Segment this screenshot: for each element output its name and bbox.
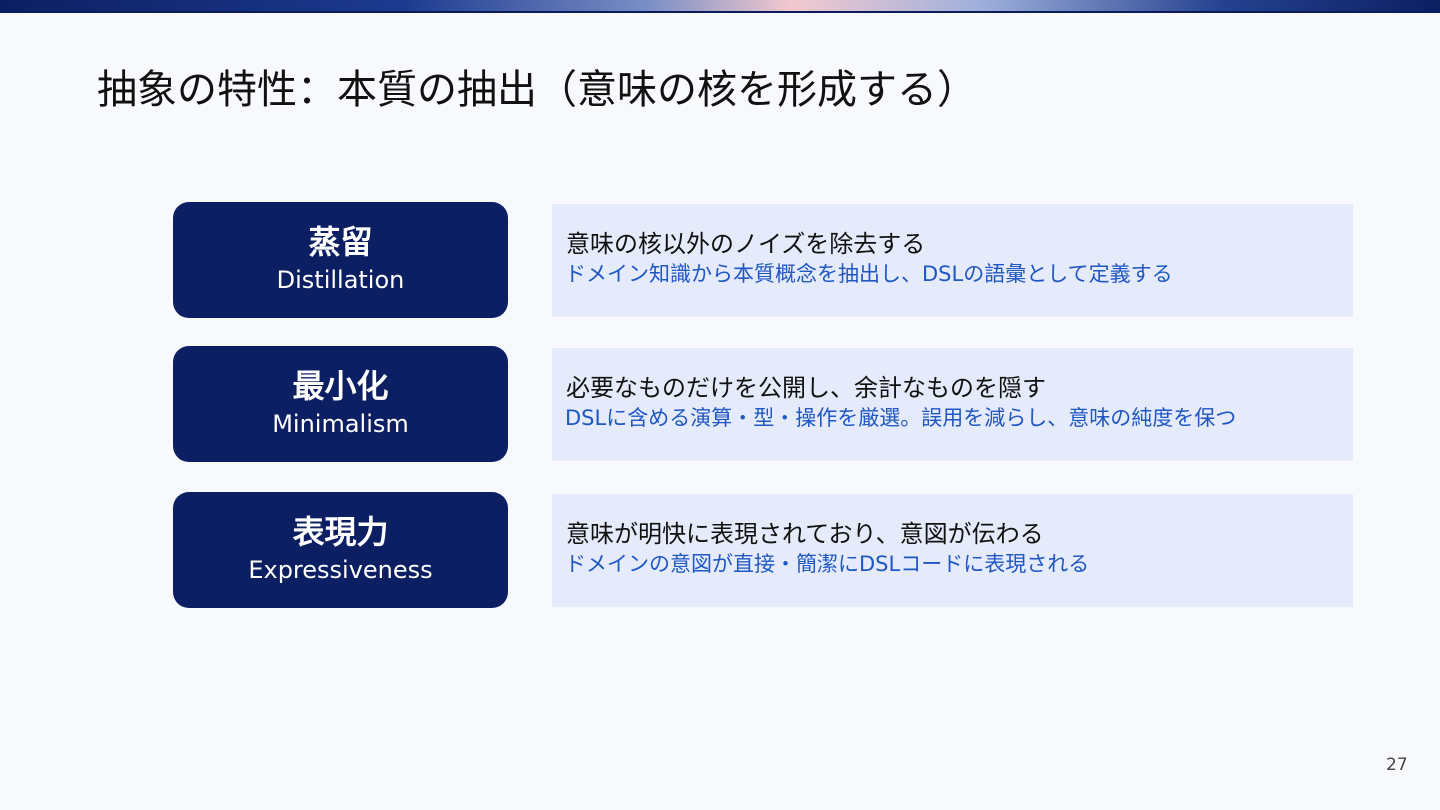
slide-title: 抽象の特性：本質の抽出（意味の核を形成する）	[97, 67, 977, 113]
property-description-box: 必要なものだけを公開し、余計なものを隠す DSLに含める演算・型・操作を厳選。誤…	[552, 348, 1353, 461]
property-label-jp: 蒸留	[308, 223, 373, 261]
property-label-en: Expressiveness	[248, 556, 433, 584]
property-description-main: 意味の核以外のノイズを除去する	[566, 230, 926, 258]
property-description-main: 必要なものだけを公開し、余計なものを隠す	[566, 374, 1046, 402]
page-number: 27	[1386, 755, 1408, 775]
property-label-box: 蒸留 Distillation	[173, 202, 508, 318]
property-description-box: 意味が明快に表現されており、意図が伝わる ドメインの意図が直接・簡潔にDSLコー…	[552, 494, 1353, 607]
property-label-box: 表現力 Expressiveness	[173, 492, 508, 608]
property-description-sub: DSLに含める演算・型・操作を厳選。誤用を減らし、意味の純度を保つ	[565, 406, 1237, 430]
property-label-jp: 最小化	[292, 367, 389, 405]
property-description-box: 意味の核以外のノイズを除去する ドメイン知識から本質概念を抽出し、DSLの語彙と…	[552, 204, 1353, 317]
property-description-main: 意味が明快に表現されており、意図が伝わる	[566, 520, 1044, 548]
property-label-jp: 表現力	[292, 513, 389, 551]
property-description-sub: ドメイン知識から本質概念を抽出し、DSLの語彙として定義する	[565, 262, 1173, 286]
top-bar-divider	[0, 11, 1440, 13]
property-description-sub: ドメインの意図が直接・簡潔にDSLコードに表現される	[565, 552, 1090, 576]
property-label-en: Minimalism	[272, 410, 409, 438]
property-label-en: Distillation	[276, 266, 405, 294]
property-label-box: 最小化 Minimalism	[173, 346, 508, 462]
